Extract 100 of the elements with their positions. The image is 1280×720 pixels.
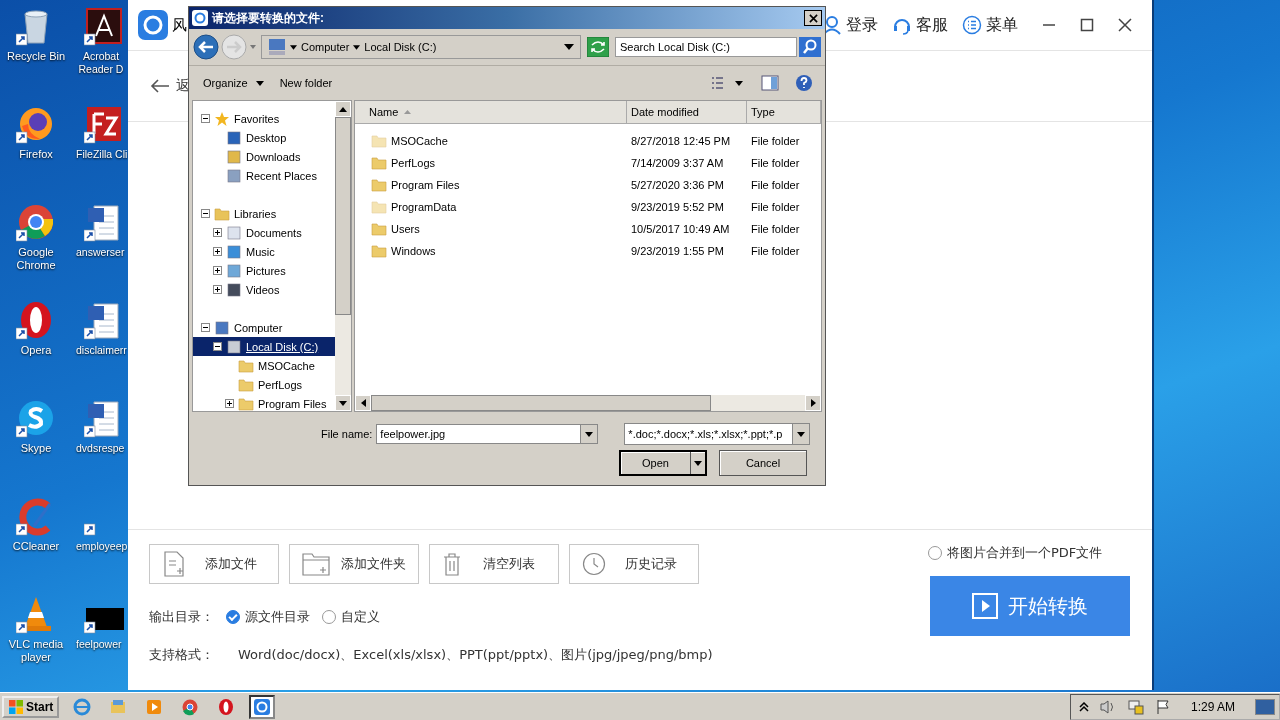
- radio-button[interactable]: [226, 610, 240, 624]
- toolbar-button[interactable]: 添加文件: [149, 544, 279, 584]
- chrome-ball-icon[interactable]: [16, 202, 56, 242]
- tree-label[interactable]: Program Files: [258, 397, 327, 410]
- tree-item[interactable]: Videos: [193, 280, 335, 299]
- tree-label[interactable]: PerfLogs: [258, 378, 303, 391]
- start-button[interactable]: Start: [2, 695, 60, 718]
- view-options-icon[interactable]: [711, 76, 745, 90]
- toolbar-button[interactable]: Organize: [203, 77, 264, 89]
- dropdown-arrow-icon[interactable]: [564, 44, 574, 50]
- caret-icon[interactable]: [290, 44, 297, 50]
- tree-label[interactable]: Videos: [246, 283, 280, 296]
- expand-icon[interactable]: [213, 285, 222, 294]
- scrollbar[interactable]: [335, 101, 351, 411]
- file-name[interactable]: PerfLogs: [391, 157, 436, 169]
- tree-item[interactable]: Recent Places: [193, 166, 335, 185]
- cloud-s-icon[interactable]: [16, 398, 56, 438]
- collapse-icon[interactable]: [201, 209, 210, 218]
- tree-item[interactable]: Documents: [193, 223, 335, 242]
- radio-option[interactable]: 自定义: [322, 608, 380, 626]
- flag-icon[interactable]: [1154, 698, 1171, 715]
- column-header[interactable]: Type: [747, 101, 821, 123]
- open-button[interactable]: Open: [619, 450, 707, 476]
- tree-label[interactable]: Local Disk (C:): [246, 340, 319, 353]
- tree-item[interactable]: Libraries: [193, 204, 335, 223]
- tree-label[interactable]: Libraries: [234, 207, 277, 220]
- tree-item[interactable]: Local Disk (C:): [193, 337, 335, 356]
- scrollbar[interactable]: [355, 395, 821, 411]
- file-name[interactable]: Windows: [391, 245, 436, 257]
- scroll-up-icon[interactable]: [339, 106, 347, 112]
- refresh-icon[interactable]: [587, 37, 609, 57]
- maximize-icon[interactable]: [1080, 18, 1094, 32]
- column-header[interactable]: Date modified: [627, 101, 747, 123]
- search-icon[interactable]: [799, 37, 821, 57]
- toolbar-button[interactable]: 添加文件夹: [289, 544, 419, 584]
- toolbar-button[interactable]: 清空列表: [429, 544, 559, 584]
- letter-tile-icon[interactable]: [84, 104, 124, 144]
- start-button[interactable]: 开始转换: [930, 576, 1130, 636]
- tree-label[interactable]: Downloads: [246, 150, 301, 163]
- file-name[interactable]: ProgramData: [391, 201, 457, 213]
- file-type-dropdown[interactable]: *.doc;*.docx;*.xls;*.xlsx;*.ppt;*.p: [624, 423, 811, 445]
- column-header[interactable]: Name: [355, 101, 627, 123]
- file-name-field[interactable]: feelpower.jpg: [376, 424, 581, 444]
- file-name[interactable]: MSOCache: [391, 135, 448, 147]
- tree-label[interactable]: MSOCache: [258, 359, 315, 372]
- tree-label[interactable]: Documents: [246, 226, 302, 239]
- back-arrow-icon[interactable]: [150, 78, 170, 94]
- radio-option[interactable]: 源文件目录: [226, 608, 310, 626]
- close-button[interactable]: [804, 10, 822, 26]
- collapse-icon[interactable]: [201, 114, 210, 123]
- tree-label[interactable]: Favorites: [234, 112, 280, 125]
- tree-label[interactable]: Recent Places: [246, 169, 317, 182]
- tree-label[interactable]: Pictures: [246, 264, 286, 277]
- help-icon[interactable]: [795, 74, 813, 92]
- caret-icon[interactable]: [585, 431, 594, 437]
- file-name[interactable]: Users: [391, 223, 420, 235]
- scroll-left-icon[interactable]: [360, 399, 366, 407]
- breadcrumb-item[interactable]: Computer: [301, 41, 350, 53]
- caret-icon[interactable]: [353, 44, 361, 50]
- show-desktop-button[interactable]: [1255, 698, 1275, 715]
- collapse-icon[interactable]: [201, 323, 210, 332]
- tree-item[interactable]: Music: [193, 242, 335, 261]
- header-action-button[interactable]: 登录: [822, 14, 878, 36]
- tree-label[interactable]: Desktop: [246, 131, 287, 144]
- toolbar-button[interactable]: 历史记录: [569, 544, 699, 584]
- header-action-button[interactable]: 菜单: [962, 14, 1018, 36]
- tree-item[interactable]: Downloads: [193, 147, 335, 166]
- clock[interactable]: 1:29 AM: [1190, 699, 1235, 714]
- tree-item[interactable]: Computer: [193, 318, 335, 337]
- caret-icon[interactable]: [797, 431, 806, 437]
- tree-item[interactable]: Pictures: [193, 261, 335, 280]
- expand-icon[interactable]: [225, 399, 234, 408]
- address-bar[interactable]: Computer Local Disk (C:): [261, 35, 581, 59]
- collapse-icon[interactable]: [213, 342, 222, 351]
- tree-item[interactable]: MSOCache: [193, 356, 335, 375]
- tree-label[interactable]: Computer: [234, 321, 283, 334]
- scroll-right-icon[interactable]: [810, 399, 816, 407]
- close-icon[interactable]: [1118, 18, 1132, 32]
- merge-checkbox[interactable]: 将图片合并到一个PDF文件: [928, 544, 1103, 562]
- header-action-button[interactable]: 客服: [892, 14, 948, 36]
- network-icon[interactable]: [1126, 698, 1145, 715]
- pdf-app-icon[interactable]: [84, 6, 124, 46]
- tree-item[interactable]: PerfLogs: [193, 375, 335, 394]
- search-field[interactable]: Search Local Disk (C:): [615, 37, 797, 57]
- breadcrumb-item[interactable]: Local Disk (C:): [364, 41, 437, 53]
- back-label[interactable]: 返: [176, 77, 190, 95]
- tree-label[interactable]: Music: [246, 245, 275, 258]
- tree-item[interactable]: Favorites: [193, 109, 335, 128]
- cancel-button[interactable]: Cancel: [719, 450, 807, 476]
- expand-icon[interactable]: [213, 266, 222, 275]
- tree-item[interactable]: Program Files: [193, 394, 335, 411]
- toolbar-button[interactable]: New folder: [279, 77, 333, 89]
- radio-button[interactable]: [322, 610, 336, 624]
- expand-icon[interactable]: [213, 228, 222, 237]
- expand-icon[interactable]: [213, 247, 222, 256]
- tree-item[interactable]: Desktop: [193, 128, 335, 147]
- scroll-down-icon[interactable]: [339, 400, 347, 406]
- preview-pane-icon[interactable]: [761, 75, 779, 91]
- radio-button[interactable]: [928, 546, 942, 560]
- file-name[interactable]: Program Files: [391, 179, 460, 191]
